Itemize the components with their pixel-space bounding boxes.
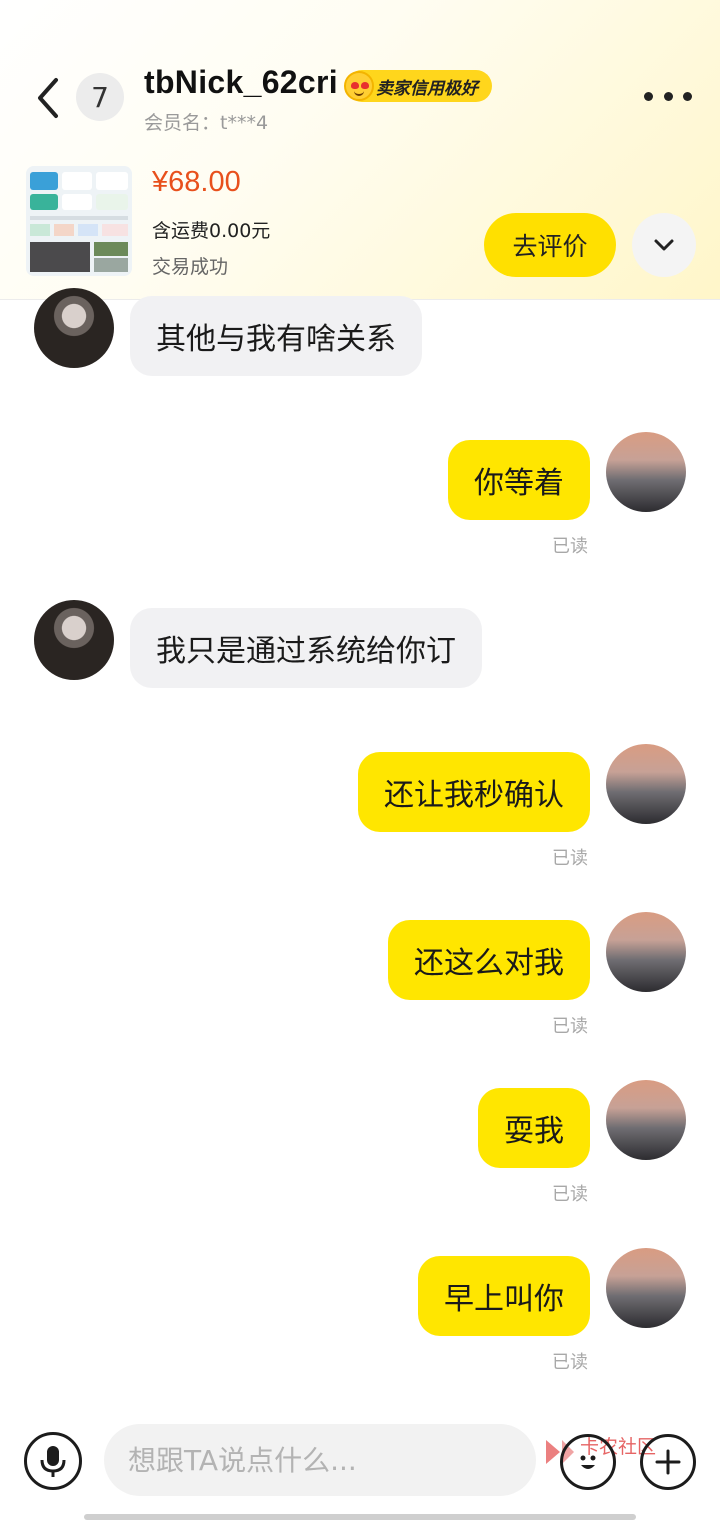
outgoing-message[interactable]: 还这么对我 [388, 920, 590, 1000]
contact-nickname[interactable]: tbNick_62cri [144, 64, 338, 101]
order-price: ¥68.00 [152, 166, 241, 198]
more-options-button[interactable] [644, 84, 692, 108]
my-avatar[interactable] [606, 1248, 686, 1328]
incoming-message[interactable]: 其他与我有啥关系 [130, 296, 422, 376]
back-arrow-icon [38, 78, 58, 118]
read-receipt: 已读 [552, 1352, 588, 1373]
credit-badge-label: 卖家信用极好 [376, 78, 478, 99]
seller-credit-badge: 卖家信用极好 [344, 70, 492, 102]
read-receipt: 已读 [552, 1016, 588, 1037]
emoji-icon [580, 1455, 596, 1469]
contact-avatar[interactable] [34, 288, 114, 368]
chat-header: 7 tbNick_62cri 卖家信用极好 会员名：t***4 ¥68.00 含… [0, 0, 720, 300]
home-indicator[interactable] [84, 1514, 636, 1520]
outgoing-message[interactable]: 还让我秒确认 [358, 752, 590, 832]
my-avatar[interactable] [606, 1080, 686, 1160]
plus-icon [655, 1449, 681, 1475]
chevron-down-icon [654, 239, 674, 251]
read-receipt: 已读 [552, 536, 588, 557]
voice-button[interactable] [24, 1432, 82, 1490]
incoming-message[interactable]: 我只是通过系统给你订 [130, 608, 482, 688]
outgoing-message[interactable]: 耍我 [478, 1088, 590, 1168]
my-avatar[interactable] [606, 432, 686, 512]
outgoing-message[interactable]: 你等着 [448, 440, 590, 520]
emoji-button[interactable] [560, 1434, 616, 1490]
more-actions-button[interactable] [640, 1434, 696, 1490]
back-button[interactable] [30, 74, 70, 122]
review-button[interactable]: 去评价 [484, 213, 616, 277]
read-receipt: 已读 [552, 848, 588, 869]
product-screenshot-image [26, 166, 132, 276]
order-status: 交易成功 [152, 256, 229, 278]
unread-count-badge[interactable]: 7 [76, 73, 124, 121]
expand-order-button[interactable] [632, 213, 696, 277]
my-avatar[interactable] [606, 912, 686, 992]
message-input[interactable] [104, 1424, 536, 1496]
order-shipping: 含运费0.00元 [152, 220, 271, 242]
contact-avatar[interactable] [34, 600, 114, 680]
mic-icon [40, 1446, 66, 1477]
heart-eyes-emoji-icon [344, 71, 374, 101]
product-thumbnail[interactable] [26, 166, 132, 276]
member-name: 会员名：t***4 [144, 112, 269, 134]
my-avatar[interactable] [606, 744, 686, 824]
more-icon [644, 91, 653, 101]
outgoing-message[interactable]: 早上叫你 [418, 1256, 590, 1336]
read-receipt: 已读 [552, 1184, 588, 1205]
